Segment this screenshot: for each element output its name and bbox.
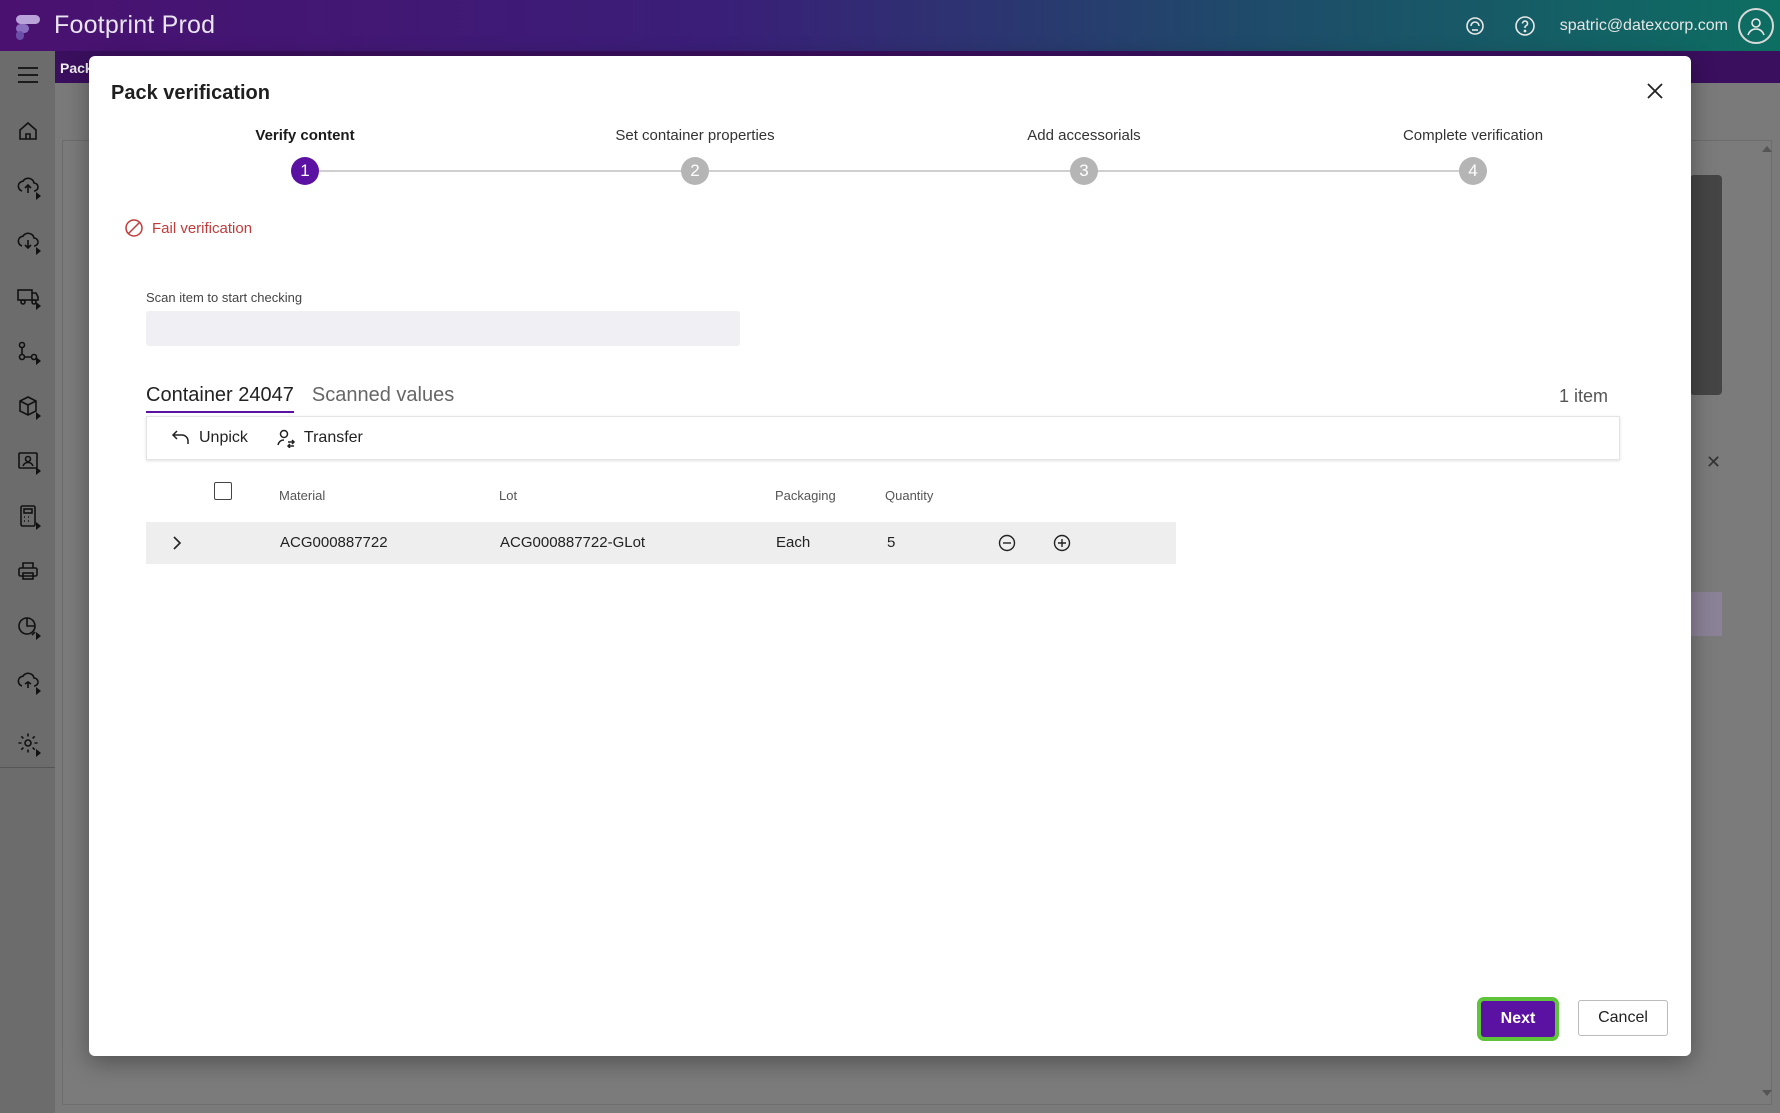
cell-packaging: Each xyxy=(776,534,811,551)
step-verify-content[interactable]: Verify content 1 xyxy=(175,127,435,185)
increase-quantity-icon[interactable] xyxy=(1051,532,1073,554)
workflow-icon[interactable] xyxy=(0,331,55,371)
box-icon[interactable] xyxy=(0,386,55,426)
item-count: 1 item xyxy=(1559,386,1609,406)
step-number: 4 xyxy=(1459,157,1487,185)
step-number: 2 xyxy=(681,157,709,185)
avatar[interactable] xyxy=(1738,7,1774,44)
left-navigation-rail xyxy=(0,51,55,1113)
table-row[interactable]: ACG000887722 ACG000887722-GLot Each 5 xyxy=(146,522,1176,564)
truck-icon[interactable] xyxy=(0,276,55,316)
fail-verification-button[interactable]: Fail verification xyxy=(124,218,252,238)
cell-quantity[interactable]: 5 xyxy=(887,534,895,551)
cell-material: ACG000887722 xyxy=(280,534,388,551)
step-add-accessorials[interactable]: Add accessorials 3 xyxy=(954,127,1214,185)
header-material[interactable]: Material xyxy=(279,488,325,503)
outbound-icon[interactable] xyxy=(0,221,55,261)
block-icon xyxy=(125,219,143,237)
printer-icon[interactable] xyxy=(0,551,55,591)
reports-icon[interactable] xyxy=(0,606,55,646)
header-packaging[interactable]: Packaging xyxy=(775,488,836,503)
footprint-logo-icon xyxy=(14,11,44,41)
header-quantity[interactable]: Quantity xyxy=(885,488,933,503)
step-number: 1 xyxy=(291,157,319,185)
background-card xyxy=(1690,175,1722,395)
transfer-button[interactable]: Transfer xyxy=(276,428,363,448)
fail-verification-label: Fail verification xyxy=(152,219,253,237)
app-header: Footprint Prod spatric@datexcorp.com xyxy=(0,0,1780,51)
contact-icon[interactable] xyxy=(0,441,55,481)
select-all-checkbox[interactable] xyxy=(214,482,232,500)
step-label: Complete verification xyxy=(1402,127,1544,144)
step-label: Verify content xyxy=(255,127,355,144)
scan-label: Scan item to start checking xyxy=(146,290,303,305)
app-title: Footprint Prod xyxy=(54,11,216,39)
scroll-up-icon[interactable] xyxy=(1762,146,1772,152)
help-icon[interactable] xyxy=(1510,11,1540,41)
scroll-down-icon[interactable] xyxy=(1762,1090,1772,1096)
step-number: 3 xyxy=(1070,157,1098,185)
unpick-label: Unpick xyxy=(199,429,248,446)
close-icon[interactable] xyxy=(1642,78,1668,104)
tab-container[interactable]: Container 24047 xyxy=(146,384,294,413)
step-set-container-properties[interactable]: Set container properties 2 xyxy=(565,127,825,185)
step-label: Set container properties xyxy=(615,127,775,144)
pack-verification-dialog: Pack verification Verify content 1 Set c… xyxy=(89,56,1691,1056)
grid-toolbar: Unpick Transfer xyxy=(146,416,1620,460)
step-complete-verification[interactable]: Complete verification 4 xyxy=(1343,127,1603,185)
scan-input[interactable] xyxy=(146,311,740,346)
container-tabs: Container 24047 Scanned values xyxy=(146,384,472,413)
rail-separator xyxy=(0,767,55,768)
chevron-right-icon[interactable] xyxy=(166,532,188,554)
background-close-icon: ✕ xyxy=(1706,452,1722,472)
transfer-label: Transfer xyxy=(303,429,363,446)
support-icon[interactable] xyxy=(1460,11,1490,41)
user-email[interactable]: spatric@datexcorp.com xyxy=(1560,17,1728,35)
calculator-icon[interactable] xyxy=(0,496,55,536)
undo-icon xyxy=(171,430,189,444)
step-label: Add accessorials xyxy=(1027,127,1141,144)
cancel-button[interactable]: Cancel xyxy=(1578,1000,1668,1036)
inbound-icon[interactable] xyxy=(0,166,55,206)
settings-icon[interactable] xyxy=(0,723,55,763)
header-lot[interactable]: Lot xyxy=(499,488,517,503)
person-transfer-icon xyxy=(277,429,295,448)
page-scrollbar[interactable] xyxy=(1756,140,1772,1105)
menu-icon[interactable] xyxy=(0,55,55,95)
background-button xyxy=(1690,592,1722,636)
dialog-title: Pack verification xyxy=(111,82,270,104)
cell-lot: ACG000887722-GLot xyxy=(500,534,646,551)
stepper-line xyxy=(304,170,1474,172)
grid-header: Material Lot Packaging Quantity xyxy=(146,482,1196,512)
home-icon[interactable] xyxy=(0,111,55,151)
cloud-sync-icon[interactable] xyxy=(0,661,55,701)
decrease-quantity-icon[interactable] xyxy=(996,532,1018,554)
next-button[interactable]: Next xyxy=(1478,998,1558,1040)
background-tab: Pack xyxy=(60,60,93,76)
tab-scanned-values[interactable]: Scanned values xyxy=(312,384,454,413)
unpick-button[interactable]: Unpick xyxy=(171,429,248,447)
